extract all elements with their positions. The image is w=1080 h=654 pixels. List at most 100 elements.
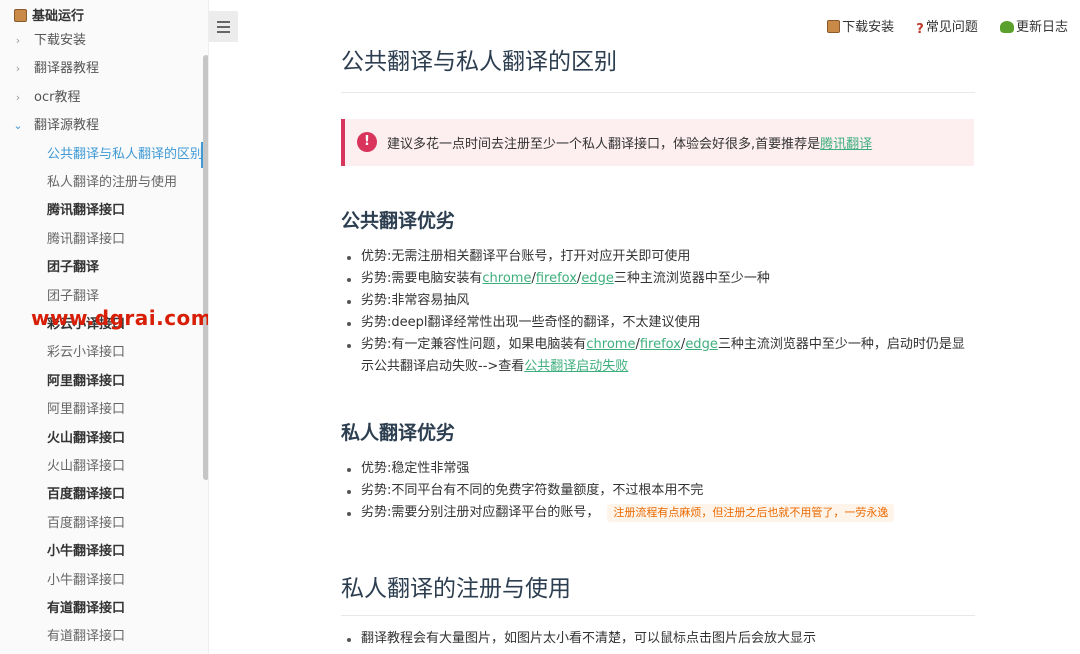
sidebar-item-active[interactable]: 公共翻译与私人翻译的区别 xyxy=(47,145,203,165)
section-divider xyxy=(341,615,975,616)
list-item: 优势:稳定性非常强 xyxy=(341,458,975,480)
sidebar-item[interactable]: 有道翻译接口 xyxy=(47,599,125,619)
sidebar-item-label: 翻译器教程 xyxy=(34,61,100,77)
chrome-link[interactable]: chrome xyxy=(482,271,531,286)
sidebar-item[interactable]: 火山翻译接口 xyxy=(47,429,125,449)
sidebar-item-label: 有道翻译接口 xyxy=(47,629,126,645)
sidebar-item[interactable]: 私人翻译的注册与使用 xyxy=(47,173,177,193)
sidebar-item[interactable]: 有道翻译接口 xyxy=(47,627,125,647)
nav-changelog-label: 更新日志 xyxy=(1015,20,1068,35)
sidebar-root-title[interactable]: 基础运行 xyxy=(14,7,84,27)
section-heading-public: 公共翻译优劣 xyxy=(341,210,456,232)
list-item: 劣势:deepl翻译经常性出现一些奇怪的翻译，不太建议使用 xyxy=(341,312,975,334)
edge-link[interactable]: edge xyxy=(581,271,614,286)
list-item: 劣势:不同平台有不同的免费字符数量额度，不过根本用不完 xyxy=(341,480,975,502)
sidebar-item[interactable]: › 翻译器教程 xyxy=(16,59,100,79)
list-item: 翻译教程会有大量图片，如图片太小看不清楚，可以鼠标点击图片后会放大显示 xyxy=(341,628,975,650)
nav-changelog-link[interactable]: 更新日志 xyxy=(999,20,1068,35)
sidebar-item-label: ocr教程 xyxy=(34,89,81,105)
firefox-link[interactable]: firefox xyxy=(536,271,577,286)
exclamation-icon: ! xyxy=(357,132,377,152)
firefox-link[interactable]: firefox xyxy=(640,337,681,352)
list-item: 优势:无需注册相关翻译平台账号，打开对应开关即可使用 xyxy=(341,246,975,268)
sidebar-item[interactable]: 阿里翻译接口 xyxy=(47,372,125,392)
sidebar-item-label: 百度翻译接口 xyxy=(47,487,126,503)
watermark: www.dgrai.com xyxy=(31,306,209,330)
chrome-link[interactable]: chrome xyxy=(586,337,635,352)
list-item-text: 劣势:deepl翻译经常性出现一些奇怪的翻译，不太建议使用 xyxy=(361,315,701,330)
sidebar-item-label: 翻译源教程 xyxy=(34,118,100,134)
sidebar: 基础运行 › 下载安装 › 翻译器教程 › ocr教程 ⌄ 翻译源教程公共翻译与私人翻译的区别… xyxy=(0,0,209,654)
sidebar-item[interactable]: 阿里翻译接口 xyxy=(47,400,125,420)
sidebar-item-label: 火山翻译接口 xyxy=(47,430,126,446)
chevron-right-icon: › xyxy=(15,34,21,47)
sidebar-item-label: 团子翻译 xyxy=(47,260,100,276)
sidebar-item[interactable]: 火山翻译接口 xyxy=(47,457,125,477)
sidebar-item[interactable]: 小牛翻译接口 xyxy=(47,542,125,562)
book-icon xyxy=(827,20,841,33)
list-item-text: 劣势:有一定兼容性问题，如果电脑装有 xyxy=(361,337,587,352)
top-nav: 下载安装 ? 常见问题 更新日志 xyxy=(809,16,1068,37)
alert-box: ! 建议多花一点时间去注册至少一个私人翻译接口，体验会好很多,首要推荐是腾讯翻译 xyxy=(341,119,974,166)
list-item-text: 劣势:非常容易抽风 xyxy=(361,293,470,308)
section-heading-register: 私人翻译的注册与使用 xyxy=(341,576,571,602)
chevron-down-icon: ⌄ xyxy=(13,119,23,133)
page-title: 公共翻译与私人翻译的区别 xyxy=(341,49,617,75)
list-item-text: 劣势:不同平台有不同的免费字符数量额度，不过根本用不完 xyxy=(361,483,704,498)
nav-faq-label: 常见问题 xyxy=(925,20,978,35)
list-item-text: 翻译教程会有大量图片，如图片太小看不清楚，可以鼠标点击图片后会放大显示 xyxy=(361,631,817,646)
sidebar-item-label: 有道翻译接口 xyxy=(47,601,126,616)
sidebar-item-label: 小牛翻译接口 xyxy=(47,572,126,588)
sidebar-item-label: 腾讯翻译接口 xyxy=(47,231,126,247)
chevron-right-icon: › xyxy=(15,90,21,104)
list-item-text: 三种主流浏览器中至少一种 xyxy=(613,271,770,286)
inline-code-note: 注册流程有点麻烦，但注册之后也就不用管了，一劳永逸 xyxy=(607,504,895,522)
list-item-text: 劣势:需要电脑安装有 xyxy=(361,271,483,286)
sidebar-item-label: 小牛翻译接口 xyxy=(47,544,126,560)
question-icon: ? xyxy=(916,22,924,37)
nav-download-label: 下载安装 xyxy=(842,20,895,35)
sidebar-item-label: 腾讯翻译接口 xyxy=(47,203,126,219)
list-item-text: 优势:稳定性非常强 xyxy=(361,461,470,476)
nav-download-link[interactable]: 下载安装 xyxy=(827,20,894,35)
edge-link[interactable]: edge xyxy=(685,337,718,352)
hamburger-icon-line xyxy=(217,26,230,28)
section-heading-private: 私人翻译优劣 xyxy=(341,422,456,444)
register-list: 翻译教程会有大量图片，如图片太小看不清楚，可以鼠标点击图片后会放大显示 xyxy=(341,628,975,650)
sidebar-item-label: 百度翻译接口 xyxy=(47,515,126,531)
sidebar-item[interactable]: 小牛翻译接口 xyxy=(47,571,125,591)
sidebar-scrollbar[interactable] xyxy=(203,55,208,480)
title-divider xyxy=(341,92,975,93)
sidebar-item[interactable]: 腾讯翻译接口 xyxy=(47,230,125,250)
alert-text: 建议多花一点时间去注册至少一个私人翻译接口，体验会好很多,首要推荐是腾讯翻译 xyxy=(387,133,872,152)
sidebar-item[interactable]: › ocr教程 xyxy=(16,88,81,108)
sidebar-item[interactable]: ⌄ 翻译源教程 xyxy=(13,116,100,136)
sidebar-item-label: 火山翻译接口 xyxy=(47,459,126,474)
list-item: 劣势:非常容易抽风 xyxy=(341,290,975,312)
sidebar-item-label: 阿里翻译接口 xyxy=(47,402,126,418)
sidebar-item[interactable]: 百度翻译接口 xyxy=(47,514,125,534)
sidebar-item[interactable]: › 下载安装 xyxy=(16,31,87,51)
list-item-text: 优势:无需注册相关翻译平台账号，打开对应开关即可使用 xyxy=(361,249,691,264)
list-item: 劣势:有一定兼容性问题，如果电脑装有chrome/firefox/edge三种主… xyxy=(341,334,975,378)
list-item-text: 劣势:需要分别注册对应翻译平台的账号， xyxy=(361,505,600,520)
sidebar-item-label: 团子翻译 xyxy=(47,288,100,304)
list-item: 劣势:需要电脑安装有chrome/firefox/edge三种主流浏览器中至少一… xyxy=(341,268,975,290)
sidebar-item[interactable]: 团子翻译 xyxy=(47,258,99,278)
sidebar-item-label: 私人翻译的注册与使用 xyxy=(47,175,178,190)
chevron-right-icon: › xyxy=(15,62,21,76)
sidebar-item-label: 阿里翻译接口 xyxy=(47,373,126,389)
nav-faq-link[interactable]: ? 常见问题 xyxy=(916,20,978,37)
tencent-translate-link[interactable]: 腾讯翻译 xyxy=(820,137,872,152)
public-pros-cons-list: 优势:无需注册相关翻译平台账号，打开对应开关即可使用 劣势:需要电脑安装有chr… xyxy=(341,246,975,378)
hamburger-icon-line xyxy=(217,31,230,33)
list-item: 劣势:需要分别注册对应翻译平台的账号， 注册流程有点麻烦，但注册之后也就不用管了，… xyxy=(341,502,975,524)
sidebar-item[interactable]: 彩云小译接口 xyxy=(47,343,125,363)
hamburger-icon xyxy=(217,21,230,23)
sidebar-item-label: 下载安装 xyxy=(34,33,87,48)
sidebar-item[interactable]: 腾讯翻译接口 xyxy=(47,201,125,221)
sidebar-item[interactable]: 百度翻译接口 xyxy=(47,485,125,505)
public-start-failed-link[interactable]: 公共翻译启动失败 xyxy=(524,359,628,374)
sidebar-item[interactable]: 团子翻译 xyxy=(47,287,99,307)
menu-toggle-button[interactable] xyxy=(209,11,238,42)
